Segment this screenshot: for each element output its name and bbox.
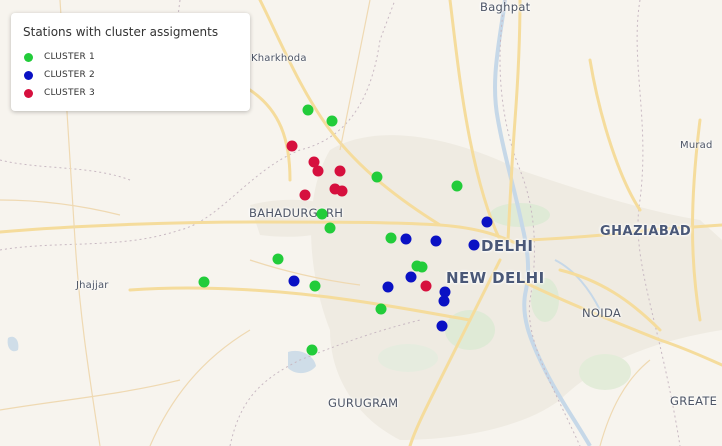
place-label-bahadurgarh: BAHADURGARH bbox=[249, 206, 344, 220]
place-label-gurugram: GURUGRAM bbox=[328, 396, 399, 410]
station-marker-cluster-1[interactable] bbox=[326, 115, 338, 127]
park-area bbox=[378, 344, 438, 372]
station-marker-cluster-3[interactable] bbox=[336, 185, 348, 197]
legend-label-cluster-3: CLUSTER 3 bbox=[44, 88, 95, 98]
legend-label-cluster-1: CLUSTER 1 bbox=[44, 52, 95, 62]
station-marker-cluster-3[interactable] bbox=[299, 189, 311, 201]
station-marker-cluster-3[interactable] bbox=[334, 165, 346, 177]
station-marker-cluster-2[interactable] bbox=[481, 216, 492, 228]
station-marker-cluster-1[interactable] bbox=[371, 171, 383, 183]
place-label-greater-noida: GREATE bbox=[670, 394, 718, 408]
station-marker-cluster-2[interactable] bbox=[468, 239, 479, 251]
place-label-new-delhi: NEW DELHI bbox=[446, 269, 545, 287]
station-marker-cluster-2[interactable] bbox=[438, 295, 450, 307]
place-label-baghpat: Baghpat bbox=[480, 0, 531, 14]
urban-area bbox=[311, 135, 722, 440]
legend-item-cluster-3: CLUSTER 3 bbox=[23, 84, 238, 102]
station-marker-cluster-1[interactable] bbox=[309, 280, 321, 292]
station-marker-cluster-1[interactable] bbox=[316, 208, 328, 220]
legend-swatch-cluster-1 bbox=[24, 52, 33, 62]
legend-label-cluster-2: CLUSTER 2 bbox=[44, 70, 95, 80]
station-marker-cluster-2[interactable] bbox=[405, 271, 417, 283]
legend-swatch-cluster-2 bbox=[24, 70, 33, 80]
station-marker-cluster-3[interactable] bbox=[312, 165, 324, 177]
station-marker-cluster-1[interactable] bbox=[385, 232, 397, 244]
legend-swatch-cluster-3 bbox=[24, 88, 33, 98]
place-label-muradnagar: Murad bbox=[680, 140, 713, 151]
station-marker-cluster-1[interactable] bbox=[324, 222, 336, 234]
station-marker-cluster-2[interactable] bbox=[430, 235, 442, 247]
station-marker-cluster-1[interactable] bbox=[198, 276, 210, 288]
station-marker-cluster-3[interactable] bbox=[420, 280, 432, 292]
place-label-delhi: DELHI bbox=[481, 237, 534, 255]
station-marker-cluster-1[interactable] bbox=[306, 344, 318, 356]
station-marker-cluster-1[interactable] bbox=[451, 180, 462, 192]
station-marker-cluster-1[interactable] bbox=[302, 104, 314, 116]
legend-item-cluster-2: CLUSTER 2 bbox=[23, 66, 238, 84]
station-marker-cluster-2[interactable] bbox=[400, 233, 412, 245]
map-canvas[interactable]: Baghpat Kharkhoda BAHADURGARH DELHI NEW … bbox=[0, 0, 722, 446]
station-marker-cluster-1[interactable] bbox=[375, 303, 387, 314]
station-marker-cluster-2[interactable] bbox=[436, 320, 448, 332]
lake bbox=[7, 336, 19, 352]
legend-title: Stations with cluster assigments bbox=[23, 25, 219, 39]
station-marker-cluster-1[interactable] bbox=[272, 253, 284, 265]
place-label-jhajjar: Jhajjar bbox=[76, 280, 109, 291]
place-label-noida: NOIDA bbox=[582, 306, 622, 320]
place-label-kharkhoda: Kharkhoda bbox=[251, 53, 307, 64]
station-marker-cluster-3[interactable] bbox=[286, 140, 298, 152]
legend-item-cluster-1: CLUSTER 1 bbox=[23, 48, 238, 66]
station-marker-cluster-1[interactable] bbox=[416, 261, 428, 273]
map-legend: Stations with cluster assigments CLUSTER… bbox=[11, 13, 250, 111]
station-marker-cluster-2[interactable] bbox=[288, 275, 300, 287]
station-marker-cluster-2[interactable] bbox=[382, 281, 394, 293]
park-area bbox=[579, 354, 631, 390]
place-label-ghaziabad: GHAZIABAD bbox=[600, 224, 692, 239]
